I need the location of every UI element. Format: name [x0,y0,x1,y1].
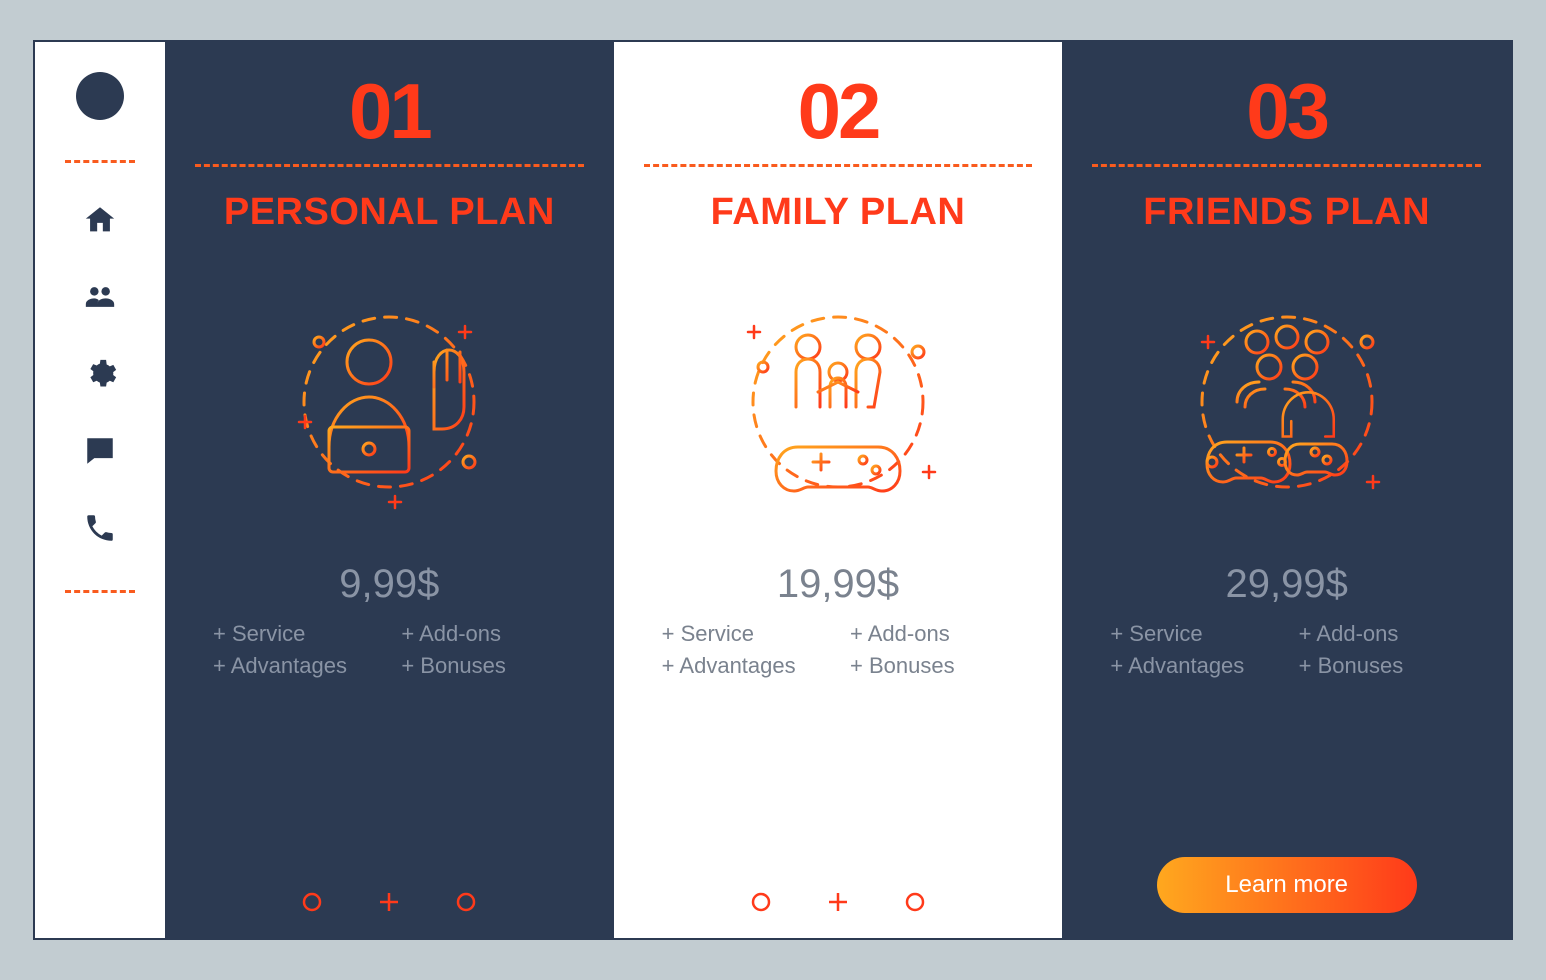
family-gamepad-icon [644,252,1033,552]
feature-item: + Bonuses [1299,653,1463,679]
feature-item: + Bonuses [401,653,565,679]
plan-card-friends: 03 FRIENDS PLAN [1062,42,1511,938]
sidebar-divider [65,160,135,163]
plan-features: + Service + Add-ons + Advantages + Bonus… [644,621,1033,679]
plan-card-family: 02 FAMILY PLAN 19,99$ + Service + Add- [614,42,1063,938]
plan-features: + Service + Add-ons + Advantages + Bonus… [1092,621,1481,679]
sidebar [35,42,165,938]
plan-title: FAMILY PLAN [711,191,966,234]
plan-title: FRIENDS PLAN [1143,191,1430,234]
plan-price: 19,99$ [777,562,899,607]
chat-icon[interactable] [83,434,117,473]
plan-price: 29,99$ [1226,562,1348,607]
feature-item: + Advantages [662,653,826,679]
plan-price: 9,99$ [339,562,439,607]
gear-icon[interactable] [83,357,117,396]
sidebar-divider-bottom [65,590,135,593]
home-icon[interactable] [83,203,117,242]
feature-item: + Service [1110,621,1274,647]
feature-item: + Service [213,621,377,647]
plan-features: + Service + Add-ons + Advantages + Bonus… [195,621,584,679]
plan-number: 01 [349,72,430,150]
pricing-plans-frame: 01 PERSONAL PLAN 9,99$ + Service + Add [33,40,1513,940]
feature-item: + Advantages [213,653,377,679]
friends-gaming-icon [1092,252,1481,552]
divider [644,164,1033,167]
plan-title: PERSONAL PLAN [224,191,555,234]
decorative-shapes [195,871,584,913]
feature-item: + Bonuses [850,653,1014,679]
person-laptop-hand-icon [195,252,584,552]
feature-item: + Add-ons [1299,621,1463,647]
divider [195,164,584,167]
divider [1092,164,1481,167]
sidebar-nav [83,203,117,550]
plan-card-personal: 01 PERSONAL PLAN 9,99$ + Service + Add [165,42,614,938]
decorative-shapes [644,871,1033,913]
learn-more-button[interactable]: Learn more [1157,857,1417,913]
plan-number: 03 [1246,72,1327,150]
plan-number: 02 [798,72,879,150]
feature-item: + Advantages [1110,653,1274,679]
feature-item: + Add-ons [850,621,1014,647]
feature-item: + Service [662,621,826,647]
users-icon[interactable] [83,280,117,319]
logo-dot-icon [76,72,124,120]
feature-item: + Add-ons [401,621,565,647]
phone-icon[interactable] [83,511,117,550]
